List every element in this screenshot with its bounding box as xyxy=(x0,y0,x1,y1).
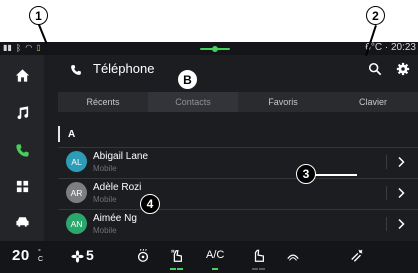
contact-row[interactable]: AL Abigail Lane Mobile xyxy=(58,148,418,178)
avatar: AR xyxy=(66,182,87,203)
search-icon[interactable] xyxy=(368,62,382,76)
callout-3: 3 xyxy=(296,164,316,184)
music-note-icon xyxy=(17,105,28,119)
callout-3-leader xyxy=(313,174,357,176)
ac-indicator xyxy=(212,268,218,270)
climate-settings-icon[interactable] xyxy=(350,249,364,263)
status-separator: · xyxy=(384,42,389,53)
section-letter: A xyxy=(68,129,76,140)
callout-1-leader xyxy=(38,24,47,44)
status-bar: ▮▮ ᛒ ◠ ▯ 6°C · 20:23 xyxy=(0,42,418,55)
callout-2: 2 xyxy=(366,6,385,25)
status-temp-time: 6°C · 20:23 xyxy=(365,42,416,54)
page-title: Téléphone xyxy=(93,61,155,76)
avatar: AL xyxy=(66,151,87,172)
grid-icon xyxy=(16,180,28,192)
cabin-temperature[interactable]: 20 xyxy=(12,247,30,264)
tab-favorites[interactable]: Favoris xyxy=(238,92,328,112)
chevron-right-icon[interactable] xyxy=(396,218,406,230)
contact-type: Mobile xyxy=(93,226,117,235)
wifi-icon: ◠ xyxy=(25,43,33,52)
contact-name: Adèle Rozi xyxy=(93,182,142,193)
page-indicator xyxy=(200,46,230,52)
phone-icon xyxy=(15,143,29,157)
chevron-right-icon[interactable] xyxy=(396,156,406,168)
callout-1: 1 xyxy=(29,6,48,25)
row-separator xyxy=(386,186,387,200)
contact-type: Mobile xyxy=(93,195,117,204)
seat-ventilation-icon[interactable] xyxy=(252,249,266,263)
seat-heat-indicator xyxy=(177,268,183,270)
fan-speed[interactable]: 5 xyxy=(86,247,94,263)
battery-warning-icon: ▯ xyxy=(36,43,41,52)
fan-icon xyxy=(71,250,84,263)
temperature-unit: ° C xyxy=(38,249,43,263)
callout-b: B xyxy=(178,70,197,89)
sidebar-item-vehicle[interactable] xyxy=(0,206,44,236)
phone-icon xyxy=(71,65,81,75)
home-icon xyxy=(15,68,29,82)
temperature-unit-degree: ° xyxy=(38,249,41,256)
car-icon xyxy=(15,216,29,227)
steering-wheel-heat-icon[interactable] xyxy=(136,249,150,263)
chevron-right-icon[interactable] xyxy=(396,187,406,199)
avatar: AN xyxy=(66,213,87,234)
ac-button[interactable]: A/C xyxy=(206,249,224,261)
contact-name: Abigail Lane xyxy=(93,151,149,162)
contact-type: Mobile xyxy=(93,164,117,173)
signal-icon: ▮▮ xyxy=(3,43,12,52)
row-separator xyxy=(386,155,387,169)
tab-recents[interactable]: Récents xyxy=(58,92,148,112)
app-header: Téléphone xyxy=(52,55,418,85)
contact-row[interactable]: AN Aimée Ng Mobile xyxy=(58,210,418,240)
seat-ventilation-indicator xyxy=(252,268,258,270)
seat-ventilation-indicator xyxy=(259,268,265,270)
status-icons: ▮▮ ᛒ ◠ ▯ xyxy=(3,43,41,53)
sidebar-item-apps[interactable] xyxy=(0,171,44,201)
rear-defrost-icon[interactable] xyxy=(286,249,300,263)
contact-row[interactable]: AR Adèle Rozi Mobile xyxy=(58,179,418,209)
seat-heat-indicator xyxy=(170,268,176,270)
phone-tabs: Récents Contacts Favoris Clavier xyxy=(58,92,418,112)
sidebar-item-phone[interactable] xyxy=(0,135,44,165)
row-separator xyxy=(386,217,387,231)
bluetooth-icon: ᛒ xyxy=(15,43,22,53)
contact-name: Aimée Ng xyxy=(93,213,137,224)
seat-heat-icon[interactable] xyxy=(170,249,184,263)
clock: 20:23 xyxy=(390,42,416,53)
temperature-unit-letter: C xyxy=(38,256,44,263)
infotainment-screen: ▮▮ ᛒ ◠ ▯ 6°C · 20:23 Téléphone Récents C… xyxy=(0,42,418,273)
sidebar xyxy=(0,55,44,241)
climate-bar: 20 ° C 5 A/C xyxy=(0,241,418,273)
callout-4: 4 xyxy=(140,194,160,214)
gear-icon[interactable] xyxy=(396,62,410,76)
sidebar-item-home[interactable] xyxy=(0,60,44,90)
tab-contacts[interactable]: Contacts xyxy=(148,92,238,112)
sidebar-item-music[interactable] xyxy=(0,97,44,127)
tab-keypad[interactable]: Clavier xyxy=(328,92,418,112)
section-letter-bar xyxy=(58,126,60,142)
